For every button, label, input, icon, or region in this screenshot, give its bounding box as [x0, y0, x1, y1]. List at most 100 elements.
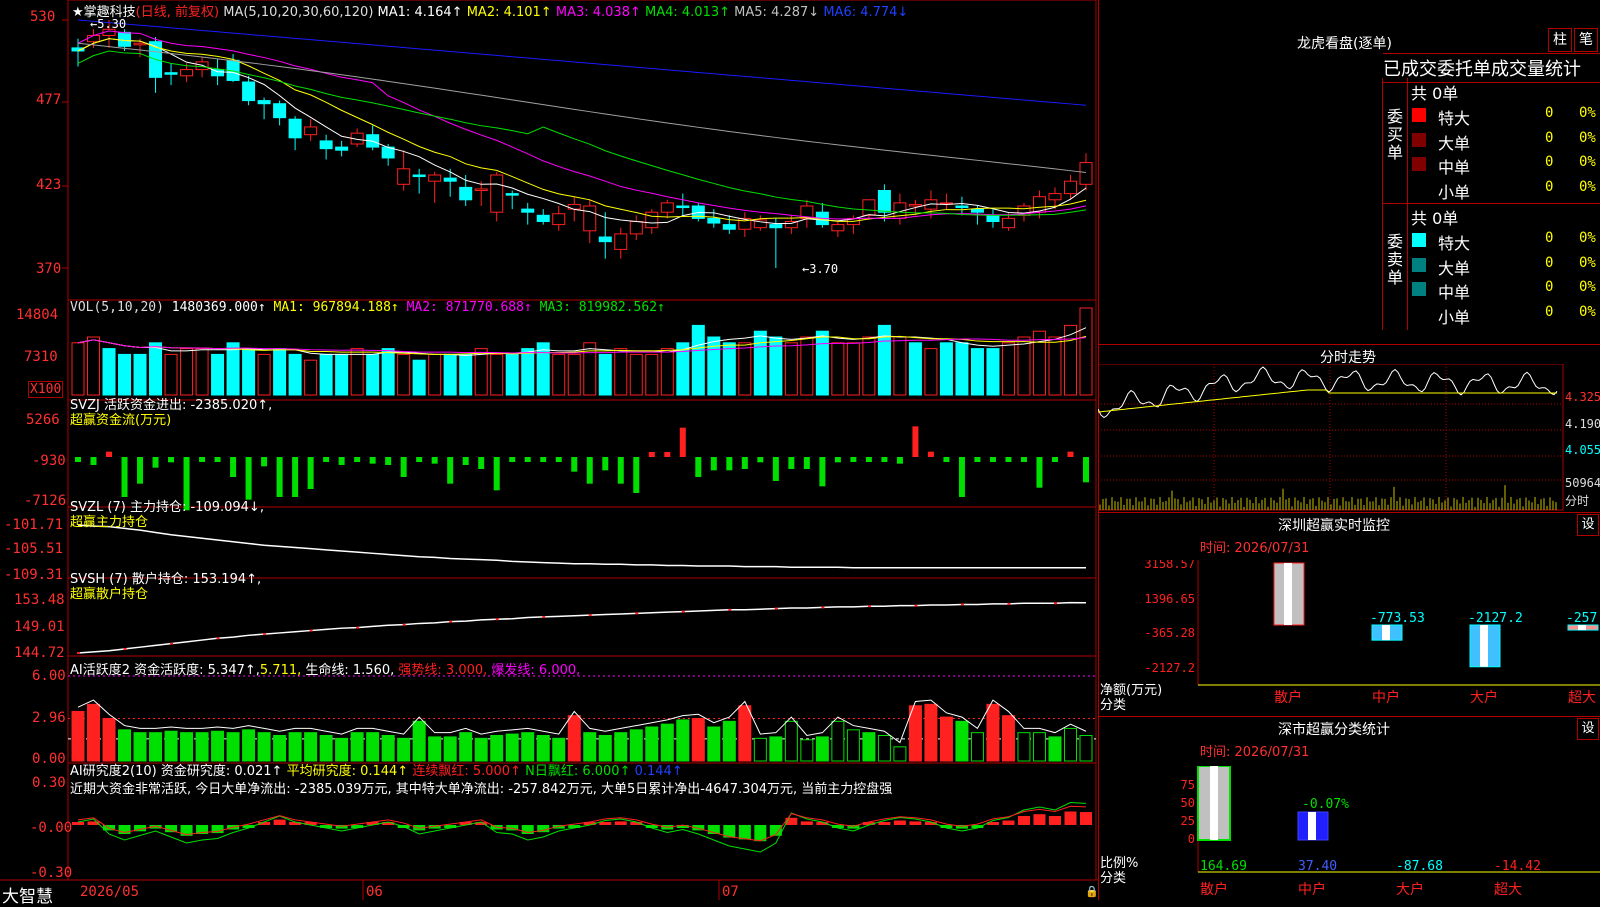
- class-ylabel: 比例% 分类: [1100, 856, 1139, 886]
- svzj-bar: [803, 457, 810, 469]
- brand-logo[interactable]: 大智慧: [2, 882, 53, 907]
- buy-row-label: 小单: [1438, 182, 1471, 202]
- svzj-bar: [943, 457, 950, 462]
- svzj-bars: [75, 426, 1089, 511]
- sell-swatch: [1412, 233, 1426, 247]
- vol-title-label: VOL(5,10,20): [70, 300, 164, 315]
- volume-bar: [955, 342, 969, 396]
- ai1-bar: [862, 732, 876, 762]
- sell-row-count: 0: [1545, 279, 1554, 295]
- candle-body: [583, 205, 597, 232]
- svzj-y-tick: -7126: [24, 493, 67, 509]
- ai1-bar: [800, 739, 814, 762]
- buy-row-percent: 0%: [1579, 154, 1596, 170]
- ai2-bar: [1017, 816, 1030, 825]
- svzj-subtitle: 超赢资金流(万元): [70, 413, 172, 428]
- svsh-dot: [1007, 602, 1011, 605]
- ai1-y-tick: 2.96: [32, 710, 66, 726]
- bar-mode-button[interactable]: 柱: [1548, 28, 1572, 52]
- fs-tick: 4.190: [1565, 417, 1600, 431]
- kline-y-tick: 370: [36, 261, 62, 277]
- svzj-bar: [834, 457, 841, 463]
- buy-row-label: 中单: [1438, 158, 1471, 177]
- fs-avg-line: [1098, 389, 1557, 413]
- volume-bar: [133, 353, 147, 396]
- svzj-bar: [633, 457, 640, 493]
- svsh-dot: [309, 629, 313, 632]
- svsh-dot: [449, 620, 453, 623]
- sell-total: 共 0单: [1411, 209, 1459, 228]
- volume-bar: [428, 353, 442, 396]
- svzj-bar: [75, 457, 81, 462]
- svzj-bar: [400, 457, 407, 477]
- intraday-chart[interactable]: [1098, 364, 1600, 514]
- ai1-bar: [490, 735, 504, 762]
- ai1-bar: [970, 732, 984, 762]
- svzj-bar: [819, 457, 826, 487]
- sell-row-percent: 0%: [1579, 230, 1596, 246]
- volume-bar: [691, 324, 705, 396]
- candle-body: [443, 177, 457, 182]
- candle-body: [180, 69, 194, 77]
- ai1-bar: [118, 729, 132, 762]
- ai1-bar: [102, 718, 116, 762]
- volume-bar: [1017, 336, 1031, 396]
- ai1-bar: [397, 737, 411, 762]
- ma3-value: MA3: 4.038↑: [555, 5, 641, 20]
- monitor-settings-button[interactable]: 设: [1577, 514, 1599, 536]
- lock-icon[interactable]: 🔒: [1085, 885, 1099, 898]
- volume-bar: [459, 353, 473, 396]
- mon-bar-highlight: [1284, 563, 1292, 625]
- volume-bar: [1079, 307, 1093, 396]
- volume-bar: [939, 342, 953, 396]
- ma-def: MA(5,10,20,30,60,120): [223, 5, 374, 20]
- sell-row-label: 中单: [1438, 283, 1471, 302]
- svzj-bar: [90, 457, 97, 465]
- ai1-bar: [1032, 732, 1046, 762]
- candle-body: [614, 233, 628, 250]
- candle-body: [552, 213, 566, 226]
- volume-bar: [397, 353, 411, 396]
- ai1-bar: [350, 732, 364, 762]
- volume-bar: [87, 336, 101, 396]
- svzj-bar: [865, 457, 872, 462]
- svsh-dot: [356, 626, 360, 629]
- ma5-value: MA5: 4.287↓: [734, 5, 820, 20]
- high-marker: ←5.30: [90, 17, 127, 31]
- volume-bar: [800, 336, 814, 396]
- cls-category-label: 超大: [1494, 882, 1522, 898]
- tick-mode-button[interactable]: 笔: [1574, 28, 1598, 52]
- svzl-line: [77, 524, 1087, 569]
- volume-bar: [288, 353, 302, 396]
- volume-bar: [862, 336, 876, 396]
- ai1-v2: 5.711,: [259, 663, 302, 678]
- svsh-title-label: SVSH (7) 散户持仓: 153.194↑,: [70, 572, 262, 587]
- svzj-bar: [881, 457, 888, 462]
- ai1-bar: [180, 732, 194, 762]
- class-settings-button[interactable]: 设: [1577, 718, 1599, 740]
- sell-row-label: 大单: [1438, 258, 1471, 278]
- mon-y-tick: -2127.2: [1144, 661, 1195, 675]
- svzj-bar: [1020, 457, 1027, 462]
- volume-bar: [257, 353, 271, 396]
- volume-bar: [645, 353, 659, 396]
- svzj-bar: [493, 457, 500, 491]
- cls-bar-value: -87.68: [1396, 859, 1443, 874]
- kline-mode[interactable]: (日线, 前复权): [136, 5, 219, 20]
- mon-bar-highlight: [1480, 625, 1488, 667]
- x-label-jul: 07: [722, 884, 739, 900]
- svzj-bar: [447, 457, 454, 484]
- ai1-title: AI活跃度2 资金活跃度: 5.347↑,5.711, 生命线: 1.560, …: [70, 659, 580, 678]
- ma6-value: MA6: 4.774↓: [823, 5, 909, 20]
- candle-body: [986, 214, 1000, 223]
- volume-bar: [335, 353, 349, 396]
- monitor-title: 深圳超赢实时监控: [1278, 518, 1390, 534]
- svzj-bar: [617, 457, 624, 484]
- svzj-bar: [509, 457, 516, 462]
- ai1-bar: [211, 730, 225, 762]
- svzj-bar: [679, 427, 686, 457]
- ai1-bar: [71, 710, 85, 762]
- volume-bar: [195, 348, 209, 396]
- volume-bar: [831, 342, 845, 396]
- svzj-bar: [1083, 457, 1089, 483]
